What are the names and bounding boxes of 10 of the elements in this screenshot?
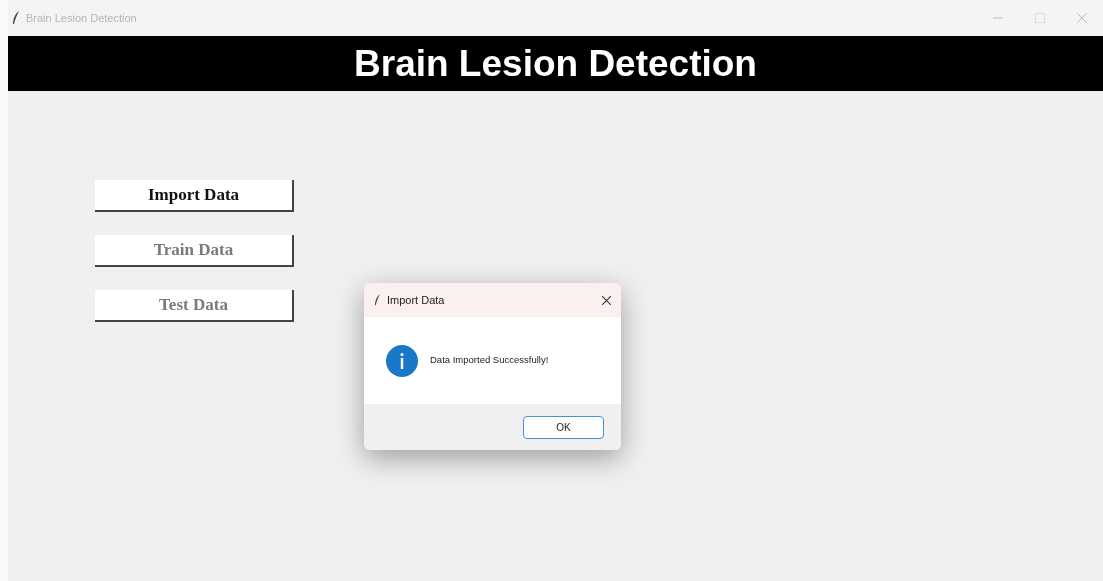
info-icon: [386, 344, 418, 377]
dialog-title: Import Data: [387, 292, 445, 308]
close-icon[interactable]: [602, 295, 611, 305]
feather-icon: [374, 294, 381, 306]
window-title: Brain Lesion Detection: [26, 10, 137, 26]
ok-button[interactable]: OK: [523, 415, 604, 439]
action-button[interactable]: Import Data: [95, 180, 294, 212]
app-title: Brain Lesion Detection: [354, 42, 757, 85]
feather-icon: [12, 11, 20, 25]
dialog-message: Data Imported Successfully!: [430, 353, 549, 368]
